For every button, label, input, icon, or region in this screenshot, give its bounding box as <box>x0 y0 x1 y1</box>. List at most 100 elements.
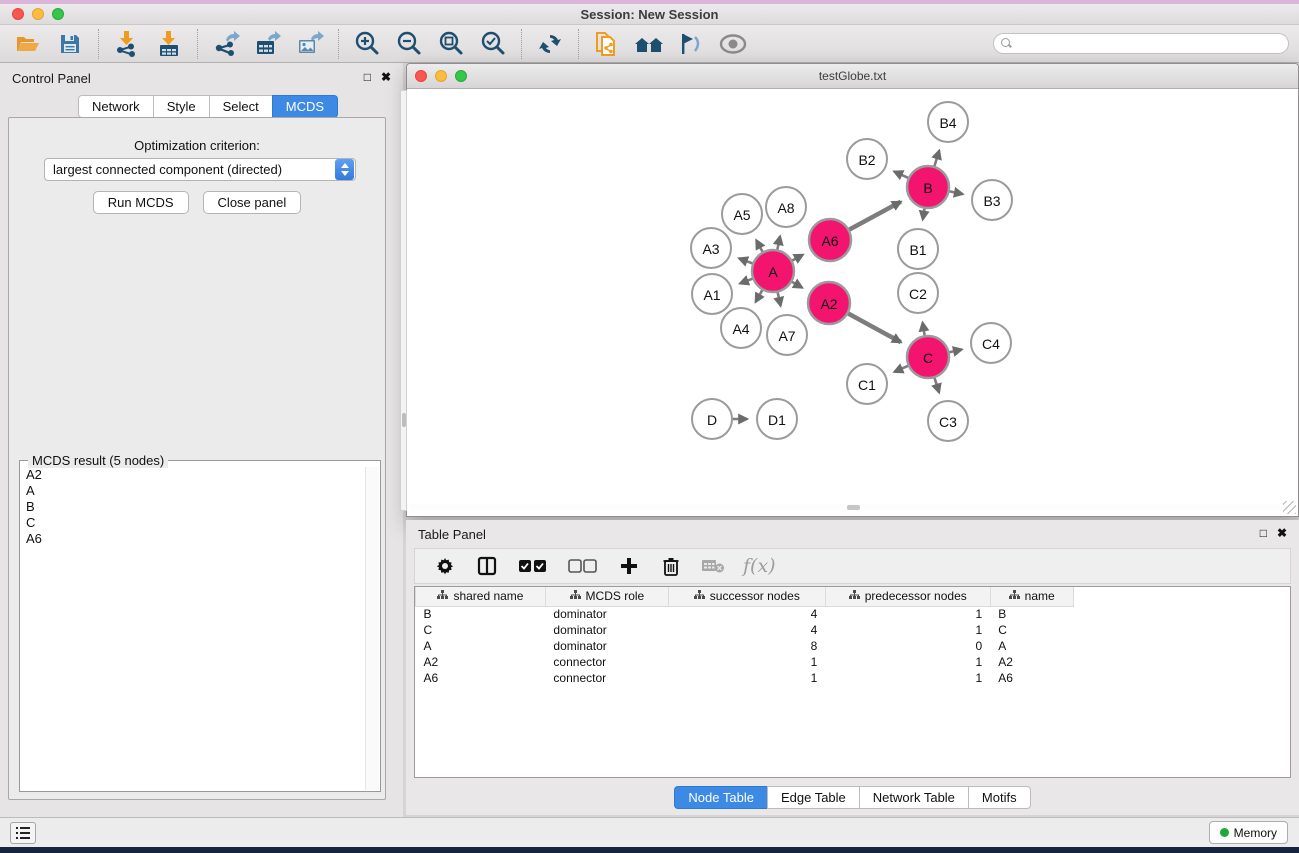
table-row[interactable]: Bdominator41B <box>416 606 1291 622</box>
column-header[interactable]: name <box>990 587 1073 606</box>
result-list-item[interactable]: A <box>21 483 365 499</box>
table-tab-network-table[interactable]: Network Table <box>859 786 969 809</box>
network-horizontal-scrollbar[interactable] <box>409 504 1297 511</box>
table-cell[interactable]: B <box>416 606 546 622</box>
table-cell[interactable]: 1 <box>668 670 825 686</box>
close-table-panel-icon[interactable]: ✖ <box>1277 527 1287 540</box>
table-cell[interactable]: 1 <box>825 670 990 686</box>
zoom-fit-icon[interactable] <box>435 29 467 59</box>
graph-node-B[interactable]: B <box>907 166 949 208</box>
tab-mcds[interactable]: MCDS <box>272 95 338 118</box>
mcds-result-list[interactable]: A2ABCA6 <box>21 467 365 790</box>
table-cell[interactable]: 1 <box>668 654 825 670</box>
graph-node-A2[interactable]: A2 <box>808 282 850 324</box>
tab-select[interactable]: Select <box>209 95 273 118</box>
graph-node-A1[interactable]: A1 <box>692 274 732 314</box>
column-header[interactable]: predecessor nodes <box>825 587 990 606</box>
result-list-item[interactable]: C <box>21 515 365 531</box>
graph-node-A7[interactable]: A7 <box>767 315 807 355</box>
result-list-item[interactable]: A6 <box>21 531 365 547</box>
table-row[interactable]: Adominator80A <box>416 638 1291 654</box>
table-cell[interactable]: dominator <box>545 638 668 654</box>
table-cell[interactable]: A2 <box>416 654 546 670</box>
hide-annotations-icon[interactable] <box>675 29 707 59</box>
table-cell[interactable]: 8 <box>668 638 825 654</box>
home-icon[interactable] <box>633 29 665 59</box>
zoom-selected-icon[interactable] <box>477 29 509 59</box>
show-graphics-icon[interactable] <box>717 29 749 59</box>
memory-button[interactable]: Memory <box>1209 821 1288 844</box>
table-cell[interactable]: 0 <box>825 638 990 654</box>
graph-node-C1[interactable]: C1 <box>847 364 887 404</box>
open-file-icon[interactable] <box>12 29 44 59</box>
result-scrollbar[interactable] <box>365 467 379 790</box>
network-vertical-scrollbar[interactable] <box>400 90 407 511</box>
deselect-all-icon[interactable] <box>567 554 599 578</box>
export-table-icon[interactable] <box>252 29 284 59</box>
graph-node-A4[interactable]: A4 <box>721 308 761 348</box>
table-cell[interactable]: A6 <box>990 670 1073 686</box>
table-tab-node-table[interactable]: Node Table <box>674 786 768 809</box>
table-row[interactable]: Cdominator41C <box>416 622 1291 638</box>
graph-node-A[interactable]: A <box>752 250 794 292</box>
table-tab-edge-table[interactable]: Edge Table <box>767 786 860 809</box>
table-row[interactable]: A6connector11A6 <box>416 670 1291 686</box>
table-cell[interactable]: connector <box>545 654 668 670</box>
graph-node-C[interactable]: C <box>907 336 949 378</box>
graph-node-C2[interactable]: C2 <box>898 273 938 313</box>
gear-icon[interactable] <box>433 554 457 578</box>
table-cell[interactable]: A <box>416 638 546 654</box>
export-image-icon[interactable] <box>294 29 326 59</box>
table-cell[interactable]: 4 <box>668 622 825 638</box>
table-cell[interactable]: 4 <box>668 606 825 622</box>
zoom-in-icon[interactable] <box>351 29 383 59</box>
table-cell[interactable]: B <box>990 606 1073 622</box>
result-list-item[interactable]: B <box>21 499 365 515</box>
graph-node-B4[interactable]: B4 <box>928 102 968 142</box>
table-cell[interactable]: connector <box>545 670 668 686</box>
search-input[interactable] <box>993 33 1289 54</box>
optimization-criterion-select[interactable]: largest connected component (directed) <box>44 158 356 181</box>
table-cell[interactable]: A2 <box>990 654 1073 670</box>
graph-node-B1[interactable]: B1 <box>898 229 938 269</box>
save-session-icon[interactable] <box>54 29 86 59</box>
split-columns-icon[interactable] <box>475 554 499 578</box>
export-network-icon[interactable] <box>210 29 242 59</box>
table-cell[interactable]: A <box>990 638 1073 654</box>
graph-node-A3[interactable]: A3 <box>691 228 731 268</box>
tab-style[interactable]: Style <box>153 95 210 118</box>
delete-icon[interactable] <box>659 554 683 578</box>
table-row[interactable]: A2connector11A2 <box>416 654 1291 670</box>
network-file-icon[interactable] <box>591 29 623 59</box>
close-panel-icon[interactable]: ✖ <box>381 71 391 84</box>
table-cell[interactable]: 1 <box>825 622 990 638</box>
table-cell[interactable]: 1 <box>825 654 990 670</box>
refresh-icon[interactable] <box>534 29 566 59</box>
table-tab-motifs[interactable]: Motifs <box>968 786 1031 809</box>
graph-node-D1[interactable]: D1 <box>757 399 797 439</box>
table-cell[interactable]: dominator <box>545 606 668 622</box>
graph-node-C4[interactable]: C4 <box>971 323 1011 363</box>
column-header[interactable]: MCDS role <box>545 587 668 606</box>
import-table-icon[interactable] <box>153 29 185 59</box>
tab-network[interactable]: Network <box>78 95 154 118</box>
close-panel-button[interactable]: Close panel <box>203 191 302 214</box>
run-mcds-button[interactable]: Run MCDS <box>93 191 189 214</box>
graph-node-A5[interactable]: A5 <box>722 194 762 234</box>
table-cell[interactable]: 1 <box>825 606 990 622</box>
float-table-panel-icon[interactable]: □ <box>1260 527 1267 540</box>
import-network-icon[interactable] <box>111 29 143 59</box>
network-graph[interactable]: B4B2BB3A8A5A6A3B1AC2A1A2A4A7C4CC1DD1C3 <box>408 90 1297 511</box>
table-cell[interactable]: C <box>416 622 546 638</box>
graph-node-C3[interactable]: C3 <box>928 401 968 441</box>
zoom-out-icon[interactable] <box>393 29 425 59</box>
table-cell[interactable]: A6 <box>416 670 546 686</box>
graph-node-A6[interactable]: A6 <box>809 219 851 261</box>
task-history-button[interactable] <box>10 822 36 844</box>
graph-node-B3[interactable]: B3 <box>972 180 1012 220</box>
resize-grip[interactable] <box>1283 501 1296 514</box>
network-window-titlebar[interactable]: testGlobe.txt <box>407 64 1298 89</box>
graph-node-B2[interactable]: B2 <box>847 139 887 179</box>
network-canvas[interactable]: B4B2BB3A8A5A6A3B1AC2A1A2A4A7C4CC1DD1C3 <box>408 90 1297 511</box>
add-column-icon[interactable] <box>617 554 641 578</box>
